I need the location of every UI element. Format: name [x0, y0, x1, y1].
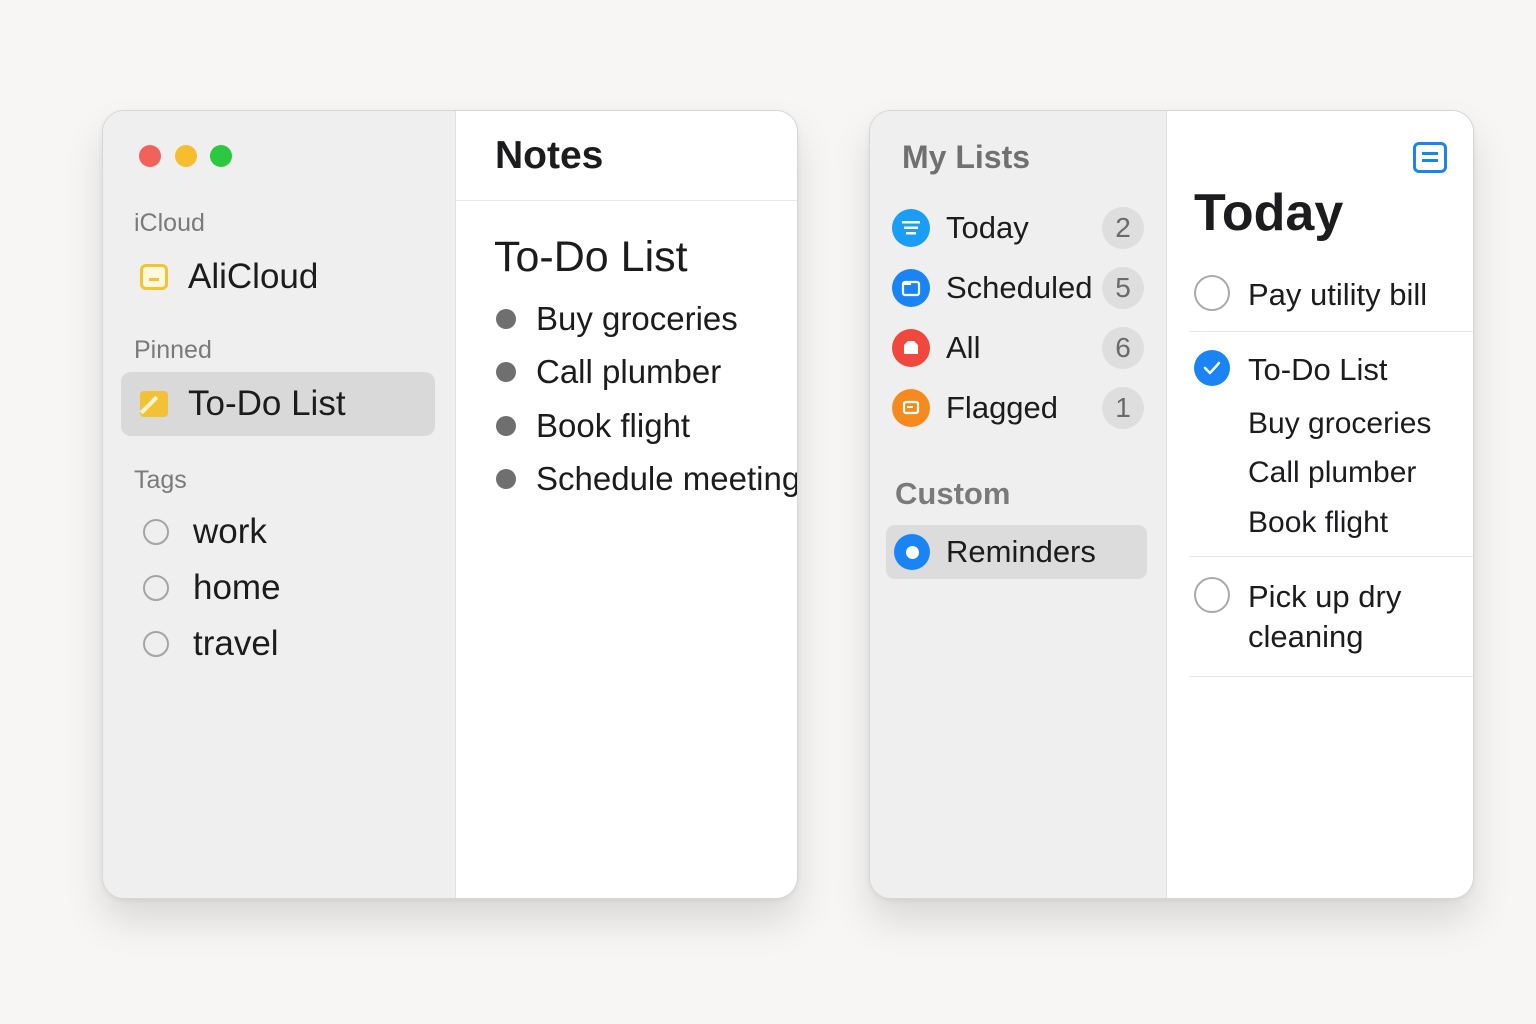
- sidebar-item-todo-list[interactable]: To-Do List: [121, 372, 435, 436]
- minimize-button[interactable]: [175, 145, 197, 167]
- today-icon: [892, 209, 930, 247]
- bullet-icon: [496, 309, 516, 329]
- list-item[interactable]: Buy groceries: [496, 294, 738, 344]
- subtask-item[interactable]: Book flight: [1248, 506, 1388, 540]
- list-dot-icon: [894, 534, 930, 570]
- list-label: Reminders: [946, 534, 1096, 569]
- reminder-item[interactable]: To-Do List: [1194, 350, 1388, 390]
- pinned-section-label: Pinned: [134, 336, 212, 364]
- tag-label: home: [193, 568, 281, 607]
- reminders-content-pane: Today Pay utility bill To-Do List Buy gr…: [1167, 111, 1473, 898]
- count-badge: 6: [1102, 327, 1144, 369]
- reminder-item[interactable]: Pick up dry cleaning: [1194, 577, 1424, 657]
- list-item-all[interactable]: All 6: [892, 322, 1144, 374]
- checkbox-icon[interactable]: [1194, 577, 1230, 613]
- subtask-item[interactable]: Buy groceries: [1248, 407, 1431, 441]
- tag-circle-icon: [143, 575, 169, 601]
- checkmark-icon[interactable]: [1194, 350, 1230, 386]
- bullet-text: Schedule meeting: [536, 460, 798, 497]
- notes-window: iCloud AliCloud Pinned To-Do List Tags w…: [102, 110, 798, 899]
- sidebar-item-label: AliCloud: [188, 257, 319, 296]
- tray-icon: [892, 329, 930, 367]
- tag-circle-icon: [143, 631, 169, 657]
- list-label: Today: [946, 210, 1029, 245]
- list-item[interactable]: Call plumber: [496, 347, 721, 397]
- tag-item-work[interactable]: work: [143, 507, 267, 557]
- icloud-section-label: iCloud: [134, 209, 205, 237]
- tags-section-label: Tags: [134, 466, 187, 494]
- subtask-item[interactable]: Call plumber: [1248, 456, 1416, 490]
- page-title: Today: [1194, 184, 1344, 242]
- list-item-scheduled[interactable]: Scheduled 5: [892, 262, 1144, 314]
- note-icon: [140, 391, 168, 417]
- tag-item-travel[interactable]: travel: [143, 619, 279, 669]
- bullet-text: Call plumber: [536, 353, 722, 390]
- bullet-text: Buy groceries: [536, 300, 738, 337]
- note-content-pane: Notes To-Do List Buy groceries Call plum…: [456, 111, 797, 898]
- list-item[interactable]: Schedule meeting: [496, 454, 798, 504]
- tag-circle-icon: [143, 519, 169, 545]
- note-title[interactable]: To-Do List: [494, 233, 688, 282]
- flag-icon: [892, 389, 930, 427]
- count-badge: 5: [1102, 267, 1144, 309]
- calendar-icon: [892, 269, 930, 307]
- list-label: All: [946, 330, 981, 365]
- list-item[interactable]: Book flight: [496, 401, 690, 451]
- list-item-today[interactable]: Today 2: [892, 202, 1144, 254]
- list-item-flagged[interactable]: Flagged 1: [892, 382, 1144, 434]
- bullet-icon: [496, 469, 516, 489]
- checkbox-icon[interactable]: [1194, 275, 1230, 311]
- list-view-icon[interactable]: [1413, 142, 1447, 173]
- bullet-icon: [496, 362, 516, 382]
- list-label: Flagged: [946, 390, 1059, 425]
- divider: [1190, 331, 1473, 332]
- close-button[interactable]: [139, 145, 161, 167]
- tag-item-home[interactable]: home: [143, 563, 281, 613]
- sidebar-item-alicloud[interactable]: AliCloud: [121, 245, 435, 309]
- tag-label: work: [193, 512, 267, 551]
- notes-header: Notes: [456, 111, 797, 201]
- my-lists-title: My Lists: [902, 139, 1031, 175]
- divider: [1190, 676, 1473, 677]
- divider: [1190, 556, 1473, 557]
- zoom-button[interactable]: [210, 145, 232, 167]
- sidebar-item-label: To-Do List: [188, 384, 346, 423]
- tag-label: travel: [193, 624, 279, 663]
- custom-section-label: Custom: [895, 476, 1011, 511]
- reminder-item[interactable]: Pay utility bill: [1194, 275, 1427, 315]
- folder-icon: [140, 264, 168, 290]
- reminders-sidebar: My Lists Today 2 Scheduled 5 All 6 Flagg…: [870, 111, 1167, 898]
- list-label: Scheduled: [946, 270, 1093, 305]
- notes-sidebar: iCloud AliCloud Pinned To-Do List Tags w…: [103, 111, 456, 898]
- reminder-label: Pick up dry cleaning: [1248, 579, 1402, 654]
- count-badge: 1: [1102, 387, 1144, 429]
- reminders-window: My Lists Today 2 Scheduled 5 All 6 Flagg…: [869, 110, 1474, 899]
- bullet-text: Book flight: [536, 407, 691, 444]
- list-item-reminders[interactable]: Reminders: [886, 525, 1147, 579]
- bullet-icon: [496, 416, 516, 436]
- reminder-label: To-Do List: [1248, 352, 1388, 387]
- reminder-label: Pay utility bill: [1248, 277, 1428, 312]
- count-badge: 2: [1102, 207, 1144, 249]
